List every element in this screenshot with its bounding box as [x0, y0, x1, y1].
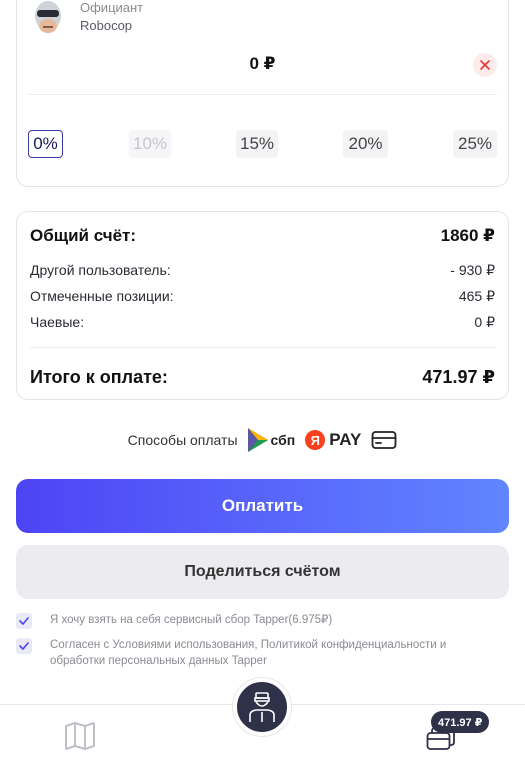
checkmark-icon [19, 617, 29, 625]
sbp-label: сбп [270, 432, 296, 448]
tip-amount: 0 ₽ [249, 54, 276, 73]
tip-option-15[interactable]: 15% [236, 130, 278, 158]
to-pay-label: Итого к оплате: [30, 367, 168, 387]
waiter-role: Официант [80, 0, 144, 15]
card-icon [371, 431, 397, 449]
summary-row-label: Отмеченные позиции: [30, 288, 174, 304]
summary-row-value: 0 ₽ [474, 314, 495, 330]
total-bill-value: 1860 ₽ [440, 226, 495, 245]
service-fee-text: Я хочу взять на себя сервисный сбор Tapp… [50, 614, 333, 626]
clear-tip-button[interactable] [473, 53, 497, 77]
checkmark-icon [19, 642, 29, 650]
summary-row-value: - 930 ₽ [450, 262, 495, 278]
payment-methods-label: Способы оплаты [127, 432, 238, 448]
summary-row-label: Чаевые: [30, 314, 85, 330]
summary-row-other-user: Другой пользователь: - 930 ₽ [30, 262, 495, 279]
summary-row-selected-items: Отмеченные позиции: 465 ₽ [30, 288, 495, 305]
tip-option-20[interactable]: 20% [343, 130, 388, 158]
summary-divider [30, 347, 495, 348]
waiter-avatar-icon [249, 692, 275, 722]
to-pay-row: Итого к оплате: 471.97 ₽ [30, 367, 495, 388]
total-bill-label: Общий счёт: [30, 226, 137, 245]
yandex-pay-label: PAY [329, 430, 362, 449]
pay-button[interactable]: Оплатить [16, 479, 509, 533]
tip-option-25[interactable]: 25% [453, 130, 497, 158]
sbp-logo-icon [247, 428, 268, 452]
waiter-robot-avatar [35, 1, 61, 33]
summary-row-tips: Чаевые: 0 ₽ [30, 314, 495, 331]
tip-option-10[interactable]: 10% [129, 130, 171, 158]
close-icon [480, 60, 490, 70]
service-fee-checkbox[interactable] [16, 613, 32, 629]
terms-consent[interactable]: Согласен с Условиями использования, Поли… [16, 637, 496, 669]
waiter-name: Robocop [80, 18, 133, 33]
payment-methods: Способы оплаты сбп Я PAY [0, 428, 525, 452]
summary-row-value: 465 ₽ [458, 288, 495, 304]
menu-book-icon[interactable] [64, 722, 96, 750]
sbp-icon: сбп [247, 428, 296, 452]
yandex-logo-icon: Я [305, 430, 326, 450]
service-fee-consent[interactable]: Я хочу взять на себя сервисный сбор Tapp… [16, 612, 496, 629]
terms-checkbox[interactable] [16, 638, 32, 654]
terms-text: Согласен с Условиями использования, Поли… [50, 639, 447, 667]
waiter-avatar-button[interactable] [233, 678, 291, 736]
cart-total-badge: 471.97 ₽ [431, 711, 490, 733]
summary-row-label: Другой пользователь: [30, 262, 171, 278]
tip-option-0[interactable]: 0% [28, 130, 63, 158]
to-pay-value: 471.97 ₽ [422, 367, 495, 387]
share-bill-button[interactable]: Поделиться счётом [16, 545, 509, 599]
total-bill-row: Общий счёт: 1860 ₽ [30, 226, 495, 246]
yandex-pay-icon: Я PAY [305, 430, 361, 450]
tips-divider [28, 94, 497, 95]
